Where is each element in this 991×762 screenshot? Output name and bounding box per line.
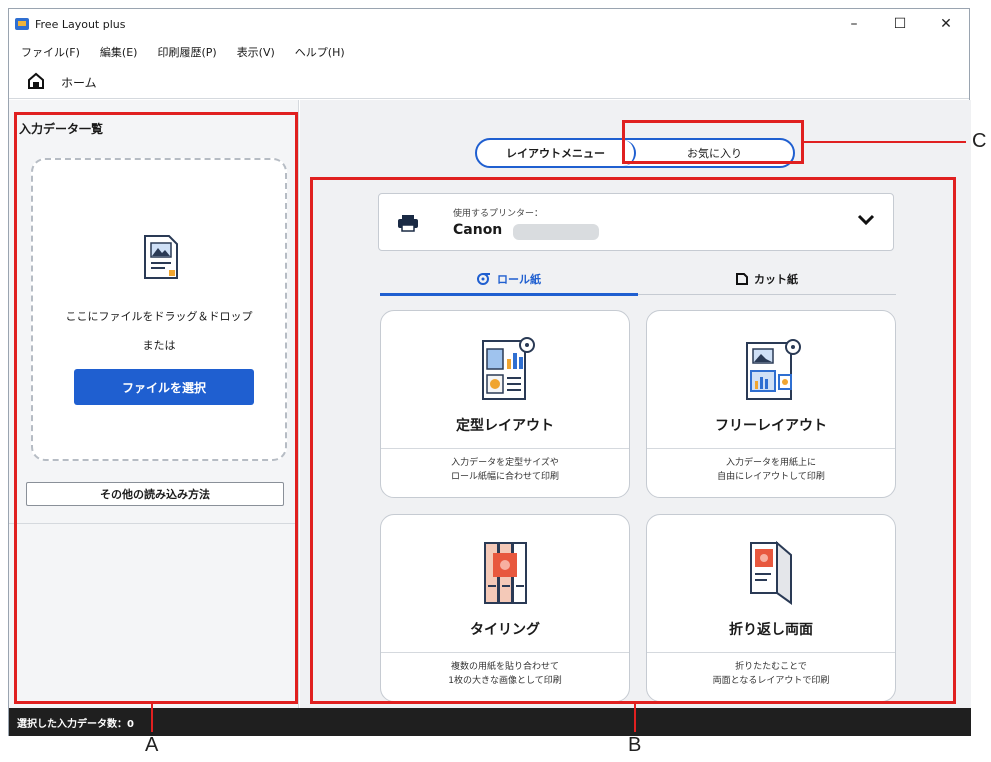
- window-title: Free Layout plus: [35, 17, 126, 31]
- menu-print-history[interactable]: 印刷履歴(P): [157, 44, 216, 60]
- title-bar: Free Layout plus – ☐ ✕: [9, 9, 969, 39]
- status-bar: 選択した入力データ数：0: [9, 708, 971, 736]
- tab-layout-menu[interactable]: レイアウトメニュー: [477, 140, 636, 166]
- callout-line-b: [634, 704, 636, 732]
- callout-letter-c: C: [972, 130, 987, 152]
- menu-help[interactable]: ヘルプ(H): [295, 44, 345, 60]
- menu-view[interactable]: 表示(V): [237, 44, 275, 60]
- callout-box-a: [14, 112, 298, 704]
- menu-edit[interactable]: 編集(E): [100, 44, 138, 60]
- callout-letter-b: B: [628, 734, 642, 756]
- menu-bar: ファイル(F) 編集(E) 印刷履歴(P) 表示(V) ヘルプ(H): [9, 41, 365, 63]
- minimize-button[interactable]: –: [831, 9, 877, 39]
- window-controls: – ☐ ✕: [831, 9, 969, 39]
- callout-letter-a: A: [145, 734, 159, 756]
- maximize-button[interactable]: ☐: [877, 9, 923, 39]
- callout-line-c: [804, 141, 966, 143]
- callout-line-a: [151, 704, 153, 732]
- home-label[interactable]: ホーム: [61, 74, 97, 91]
- selected-count-text: 選択した入力データ数：0: [17, 718, 134, 730]
- app-logo-icon: [15, 18, 29, 30]
- home-icon[interactable]: [27, 72, 45, 93]
- callout-box-c: [622, 120, 804, 164]
- callout-box-b: [310, 177, 956, 704]
- menu-file[interactable]: ファイル(F): [21, 44, 80, 60]
- close-button[interactable]: ✕: [923, 9, 969, 39]
- home-bar: ホーム: [9, 67, 969, 99]
